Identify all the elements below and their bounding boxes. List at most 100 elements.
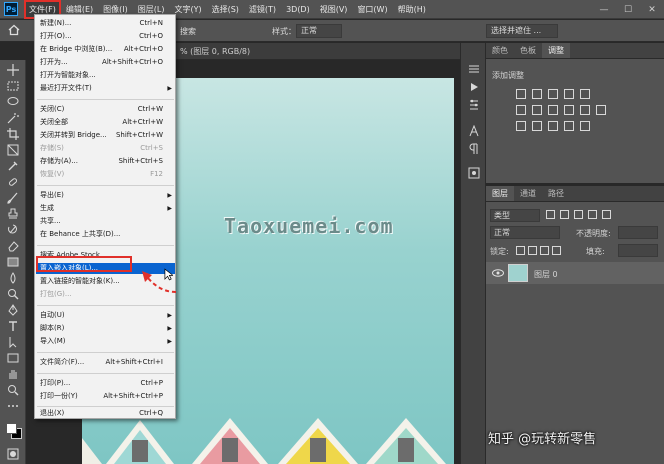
style-select[interactable]: 正常 (296, 24, 342, 38)
tab-adjustments[interactable]: 调整 (542, 43, 570, 58)
zoom-tool-icon[interactable] (7, 384, 19, 396)
menu-item-open[interactable]: 打开(O)... Ctrl+O (36, 31, 175, 42)
menu-item-open-as[interactable]: 打开为... Alt+Shift+Ctrl+O (36, 57, 175, 68)
curves-icon[interactable] (548, 89, 558, 99)
properties-panel-icon[interactable] (468, 99, 480, 111)
marquee-tool-icon[interactable] (7, 80, 19, 92)
menu-select[interactable]: 选择(S) (207, 0, 244, 19)
filter-pixel-icon[interactable] (546, 210, 555, 219)
select-and-mask-button[interactable]: 选择并遮住 ... (486, 24, 558, 38)
vibrance-icon[interactable] (580, 89, 590, 99)
history-panel-icon[interactable] (468, 63, 480, 75)
menu-item-generate[interactable]: 生成 ▶ (36, 203, 175, 214)
frame-tool-icon[interactable] (7, 144, 19, 156)
menu-item-close[interactable]: 关闭(C) Ctrl+W (36, 104, 175, 115)
color-balance-icon[interactable] (532, 105, 542, 115)
posterize-icon[interactable] (532, 121, 542, 131)
filter-adjustment-icon[interactable] (560, 210, 569, 219)
rectangle-tool-icon[interactable] (7, 352, 19, 364)
menu-help[interactable]: 帮助(H) (393, 0, 431, 19)
clone-stamp-icon[interactable] (7, 208, 19, 220)
lock-position-icon[interactable] (540, 246, 549, 255)
menu-item-save-as[interactable]: 存储为(A)... Shift+Ctrl+S (36, 156, 175, 167)
menu-item-share-on-behance[interactable]: 在 Behance 上共享(D)... (36, 229, 175, 240)
opacity-input[interactable] (618, 226, 658, 239)
path-selection-icon[interactable] (7, 336, 19, 348)
tab-color[interactable]: 颜色 (486, 43, 514, 58)
brightness-contrast-icon[interactable] (516, 89, 526, 99)
menu-item-file-info[interactable]: 文件简介(F)... Alt+Shift+Ctrl+I (36, 357, 175, 368)
eyedropper-icon[interactable] (7, 160, 19, 172)
menu-item-recent-files[interactable]: 最近打开文件(T) ▶ (36, 83, 175, 94)
menu-filter[interactable]: 滤镜(T) (244, 0, 281, 19)
libraries-panel-icon[interactable] (468, 167, 480, 179)
tab-paths[interactable]: 路径 (542, 186, 570, 201)
history-brush-icon[interactable] (7, 224, 19, 236)
layer-kind-filter[interactable]: 类型 (490, 209, 540, 222)
brush-tool-icon[interactable] (7, 192, 19, 204)
menu-item-print-one-copy[interactable]: 打印一份(Y) Alt+Shift+Ctrl+P (36, 391, 175, 402)
filter-shape-icon[interactable] (588, 210, 597, 219)
lock-all-icon[interactable] (552, 246, 561, 255)
home-icon[interactable] (8, 24, 20, 36)
menu-item-print[interactable]: 打印(P)... Ctrl+P (36, 378, 175, 389)
photo-filter-icon[interactable] (564, 105, 574, 115)
channel-mixer-icon[interactable] (580, 105, 590, 115)
lock-transparent-icon[interactable] (516, 246, 525, 255)
gradient-tool-icon[interactable] (7, 256, 19, 268)
paragraph-panel-icon[interactable] (468, 143, 480, 155)
layer-row[interactable]: 图层 0 (486, 262, 664, 284)
blur-tool-icon[interactable] (7, 272, 19, 284)
character-panel-icon[interactable] (468, 125, 480, 137)
tab-channels[interactable]: 通道 (514, 186, 542, 201)
layer-name[interactable]: 图层 0 (534, 269, 558, 280)
lasso-tool-icon[interactable] (7, 96, 19, 108)
fill-input[interactable] (618, 244, 658, 257)
menu-window[interactable]: 窗口(W) (352, 0, 392, 19)
menu-item-close-all[interactable]: 关闭全部 Alt+Ctrl+W (36, 117, 175, 128)
close-button[interactable]: ✕ (640, 0, 664, 19)
menu-item-scripts[interactable]: 脚本(R) ▶ (36, 323, 175, 334)
hue-saturation-icon[interactable] (516, 105, 526, 115)
hand-tool-icon[interactable] (7, 368, 19, 380)
menu-3d[interactable]: 3D(D) (281, 0, 315, 19)
menu-item-open-as-smart-object[interactable]: 打开为智能对象... (36, 70, 175, 81)
menu-item-share[interactable]: 共享... (36, 216, 175, 227)
foreground-background-colors[interactable] (5, 422, 23, 440)
healing-brush-icon[interactable] (7, 176, 19, 188)
document-tab[interactable]: % (图层 0, RGB/8) (176, 43, 460, 60)
menu-view[interactable]: 视图(V) (315, 0, 353, 19)
exposure-icon[interactable] (564, 89, 574, 99)
invert-icon[interactable] (516, 121, 526, 131)
menu-item-new[interactable]: 新建(N)... Ctrl+N (36, 18, 175, 29)
minimize-button[interactable]: — (592, 0, 616, 19)
visibility-eye-icon[interactable] (492, 269, 504, 277)
threshold-icon[interactable] (548, 121, 558, 131)
menu-item-exit[interactable]: 退出(X) Ctrl+Q (36, 408, 175, 419)
menu-item-automate[interactable]: 自动(U) ▶ (36, 310, 175, 321)
black-white-icon[interactable] (548, 105, 558, 115)
actions-panel-icon[interactable] (468, 81, 480, 93)
pen-tool-icon[interactable] (7, 304, 19, 316)
dodge-tool-icon[interactable] (7, 288, 19, 300)
crop-tool-icon[interactable] (7, 128, 19, 140)
eraser-icon[interactable] (7, 240, 19, 252)
more-tools-icon[interactable] (7, 400, 19, 412)
type-tool-icon[interactable] (7, 320, 19, 332)
menu-item-close-and-go-to-bridge[interactable]: 关闭并转到 Bridge... Shift+Ctrl+W (36, 130, 175, 141)
color-lookup-icon[interactable] (596, 105, 606, 115)
move-tool-icon[interactable] (7, 64, 19, 76)
levels-icon[interactable] (532, 89, 542, 99)
tab-swatches[interactable]: 色板 (514, 43, 542, 58)
selective-color-icon[interactable] (580, 121, 590, 131)
lock-image-icon[interactable] (528, 246, 537, 255)
menu-item-import[interactable]: 导入(M) ▶ (36, 336, 175, 347)
blend-mode-select[interactable]: 正常 (490, 226, 560, 239)
filter-type-icon[interactable] (574, 210, 583, 219)
tab-layers[interactable]: 图层 (486, 186, 514, 201)
maximize-button[interactable]: ☐ (616, 0, 640, 19)
menu-item-export[interactable]: 导出(E) ▶ (36, 190, 175, 201)
magic-wand-icon[interactable] (7, 112, 19, 124)
quick-mask-icon[interactable] (7, 448, 19, 460)
gradient-map-icon[interactable] (564, 121, 574, 131)
